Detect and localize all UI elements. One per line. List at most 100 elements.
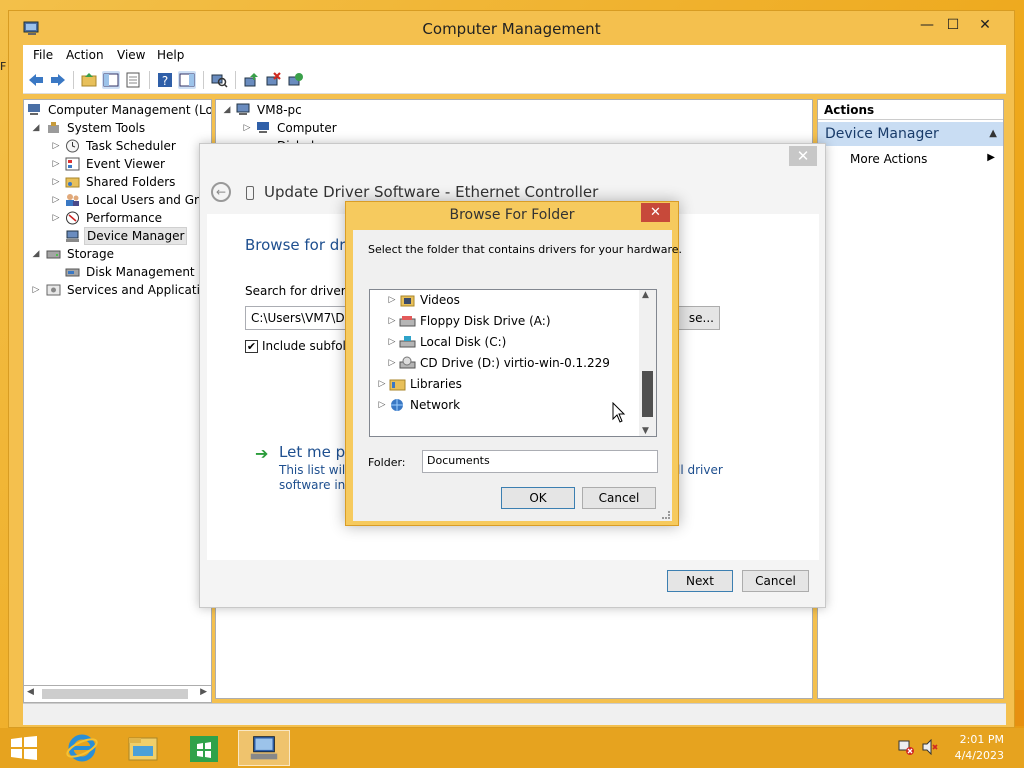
up-folder-icon[interactable]	[80, 71, 98, 89]
expand-arrow-icon[interactable]: ▷	[387, 311, 397, 331]
update-driver-icon[interactable]	[242, 71, 260, 89]
internet-explorer-icon[interactable]	[56, 730, 108, 766]
volume-muted-icon[interactable]	[922, 739, 938, 755]
folder-item-network[interactable]: ▷ Network	[370, 395, 640, 415]
cancel-button[interactable]: Cancel	[742, 570, 809, 592]
expand-arrow-icon[interactable]: ▷	[51, 209, 61, 227]
horizontal-scrollbar[interactable]: ◀ ▶	[23, 685, 212, 703]
resize-grip-icon[interactable]	[662, 511, 670, 519]
folder-input[interactable]: Documents	[422, 450, 658, 473]
menu-help[interactable]: Help	[157, 48, 184, 62]
tree-item-system-tools[interactable]: ◢ System Tools	[24, 119, 211, 137]
forward-arrow-icon[interactable]	[49, 71, 67, 89]
dialog-body: Select the folder that contains drivers …	[353, 230, 682, 521]
performance-icon	[66, 211, 79, 225]
scroll-left-icon[interactable]: ◀	[27, 687, 34, 697]
navigation-tree: Computer Management (Local ◢ System Tool…	[23, 99, 212, 699]
browse-button[interactable]: se...	[673, 306, 720, 330]
scroll-right-icon[interactable]: ▶	[200, 687, 207, 697]
expand-arrow-icon[interactable]: ▷	[387, 290, 397, 310]
device-icon	[246, 186, 254, 200]
expand-arrow-icon[interactable]: ▷	[51, 155, 61, 173]
menu-view[interactable]: View	[117, 48, 145, 62]
more-actions-item[interactable]: More Actions	[850, 152, 927, 166]
network-tray-icon[interactable]	[898, 739, 914, 755]
expand-arrow-icon[interactable]: ▷	[51, 137, 61, 155]
taskbar: 2:01 PM 4/4/2023	[0, 728, 1024, 768]
status-bar	[23, 703, 1006, 725]
show-hide-tree-icon[interactable]	[102, 71, 120, 89]
enable-device-icon[interactable]	[286, 71, 304, 89]
shared-folder-icon	[65, 177, 80, 188]
scroll-down-icon[interactable]: ▼	[642, 426, 649, 436]
back-arrow-icon[interactable]: ←	[211, 182, 231, 202]
expand-arrow-icon[interactable]: ▷	[377, 395, 387, 415]
expand-arrow-icon[interactable]: ▷	[31, 281, 41, 299]
computer-icon	[257, 122, 269, 133]
expand-arrow-icon[interactable]: ▷	[51, 173, 61, 191]
wizard-title: Update Driver Software - Ethernet Contro…	[264, 183, 599, 201]
tree-label: Local Users and Group	[86, 193, 212, 207]
tree-label: Task Scheduler	[86, 139, 176, 153]
wizard-close-button[interactable]: ✕	[789, 146, 817, 166]
title-bar[interactable]: Computer Management — ☐ ✕	[9, 11, 1014, 47]
tree-item-local-users[interactable]: ▷ Local Users and Group	[24, 191, 211, 209]
folder-tree-scrollbar[interactable]: ▲ ▼	[639, 290, 656, 436]
ok-button[interactable]: OK	[501, 487, 575, 509]
help-icon[interactable]: ?	[156, 71, 174, 89]
collapse-arrow-icon[interactable]: ◢	[31, 119, 41, 137]
expand-arrow-icon[interactable]: ▷	[387, 353, 397, 373]
actions-device-manager[interactable]: Device Manager ▲	[818, 122, 1003, 146]
tree-item-performance[interactable]: ▷ Performance	[24, 209, 211, 227]
properties-icon[interactable]	[124, 71, 142, 89]
next-button[interactable]: Next	[667, 570, 733, 592]
windows-start-icon[interactable]	[10, 736, 38, 760]
tree-item-disk-management[interactable]: Disk Management	[24, 263, 211, 281]
folder-item-cd-drive[interactable]: ▷ CD Drive (D:) virtio-win-0.1.229	[370, 353, 640, 373]
tree-item-storage[interactable]: ◢ Storage	[24, 245, 211, 263]
maximize-button[interactable]: ☐	[940, 15, 966, 35]
storage-icon	[46, 250, 61, 259]
show-action-pane-icon[interactable]	[178, 71, 196, 89]
back-arrow-icon[interactable]	[27, 71, 45, 89]
folder-item-libraries[interactable]: ▷ Libraries	[370, 374, 640, 394]
collapse-arrow-icon[interactable]: ◢	[31, 245, 41, 263]
tree-item-device-manager[interactable]: Device Manager	[24, 227, 211, 245]
file-explorer-icon[interactable]	[117, 730, 169, 766]
include-subfolders-checkbox[interactable]: ✔	[245, 340, 258, 353]
device-tree-computer[interactable]: ▷ Computer	[216, 119, 812, 137]
expand-arrow-icon[interactable]: ▷	[377, 374, 387, 394]
store-icon[interactable]	[178, 730, 230, 766]
minimize-button[interactable]: —	[914, 15, 940, 35]
tree-item-task-scheduler[interactable]: ▷ Task Scheduler	[24, 137, 211, 155]
computer-management-taskbar-icon[interactable]	[238, 730, 290, 766]
close-button[interactable]: ✕	[968, 15, 1002, 35]
toolbar: ?	[23, 67, 1006, 94]
tree-item-event-viewer[interactable]: ▷ Event Viewer	[24, 155, 211, 173]
dialog-close-button[interactable]: ✕	[641, 203, 670, 222]
window-title: Computer Management	[422, 20, 601, 38]
menu-file[interactable]: File	[33, 48, 53, 62]
scrollbar-thumb[interactable]	[642, 371, 653, 417]
uninstall-device-icon[interactable]	[264, 71, 282, 89]
tree-label: Event Viewer	[86, 157, 165, 171]
expand-arrow-icon[interactable]: ▷	[51, 191, 61, 209]
folder-item-local-disk[interactable]: ▷ Local Disk (C:)	[370, 332, 640, 352]
tree-item-services-applications[interactable]: ▷ Services and Applications	[24, 281, 211, 299]
cancel-button[interactable]: Cancel	[582, 487, 656, 509]
menu-action[interactable]: Action	[66, 48, 104, 62]
collapse-caret-icon[interactable]: ▲	[989, 122, 997, 146]
floppy-drive-icon	[399, 316, 416, 327]
scrollbar-thumb[interactable]	[42, 689, 188, 699]
device-tree-root[interactable]: ◢ VM8-pc	[216, 101, 812, 119]
taskbar-clock[interactable]: 2:01 PM 4/4/2023	[955, 732, 1004, 764]
collapse-arrow-icon[interactable]: ◢	[222, 101, 232, 119]
folder-item-videos[interactable]: ▷ Videos	[370, 290, 640, 310]
folder-label: Floppy Disk Drive (A:)	[420, 314, 551, 328]
expand-arrow-icon[interactable]: ▷	[242, 119, 252, 137]
scan-hardware-icon[interactable]	[210, 71, 228, 89]
folder-item-floppy[interactable]: ▷ Floppy Disk Drive (A:)	[370, 311, 640, 331]
expand-arrow-icon[interactable]: ▷	[387, 332, 397, 352]
tree-item-shared-folders[interactable]: ▷ Shared Folders	[24, 173, 211, 191]
scroll-up-icon[interactable]: ▲	[642, 290, 649, 300]
